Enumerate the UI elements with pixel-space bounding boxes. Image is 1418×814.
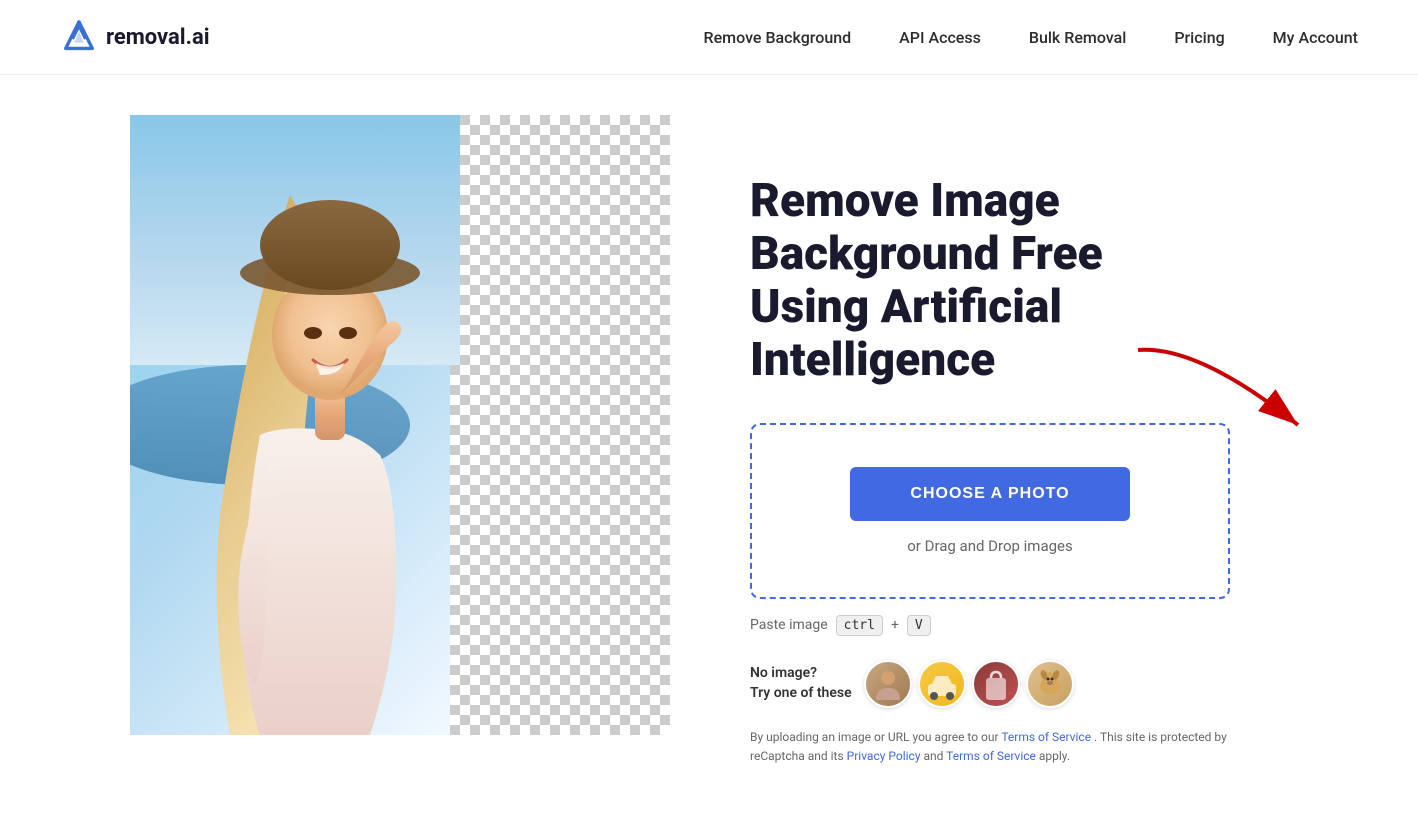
ctrl-key: ctrl [836,615,883,636]
sample-person[interactable] [864,660,912,708]
logo[interactable]: removal.ai [60,18,210,56]
sample-images [864,660,1074,708]
terms-of-service-link2[interactable]: Terms of Service [946,749,1036,763]
nav-my-account[interactable]: My Account [1273,28,1358,47]
nav-api-access[interactable]: API Access [899,28,981,47]
no-image-line1: No image? [750,665,817,681]
logo-text: removal.ai [106,25,210,50]
main-nav: Remove Background API Access Bulk Remova… [704,28,1358,47]
nav-bulk-removal[interactable]: Bulk Removal [1029,28,1126,47]
upload-box[interactable]: CHOOSE A PHOTO or Drag and Drop images [750,423,1230,599]
terms-suffix: apply. [1036,749,1070,763]
hero-image-section [130,115,670,735]
v-key: V [907,615,931,636]
nav-remove-background[interactable]: Remove Background [704,28,852,47]
right-section: Remove Image Background Free Using Artif… [670,115,1358,766]
nav-pricing[interactable]: Pricing [1174,28,1224,47]
terms-text: By uploading an image or URL you agree t… [750,728,1230,766]
sample-car[interactable] [918,660,966,708]
header: removal.ai Remove Background API Access … [0,0,1418,75]
logo-icon [60,18,98,56]
paste-image-row: Paste image ctrl + V [750,615,1358,636]
terms-prefix: By uploading an image or URL you agree t… [750,730,1001,744]
sample-dog[interactable] [1026,660,1074,708]
no-image-text: No image? Try one of these [750,664,852,703]
no-image-line2: Try one of these [750,685,852,701]
plus-icon: + [891,617,899,633]
paste-label: Paste image [750,617,828,633]
choose-photo-button[interactable]: CHOOSE A PHOTO [850,467,1129,521]
terms-of-service-link[interactable]: Terms of Service [1001,730,1091,744]
no-image-row: No image? Try one of these [750,660,1358,708]
hero-woman-svg [130,115,670,735]
main-content: Remove Image Background Free Using Artif… [0,75,1418,806]
drag-drop-text: or Drag and Drop images [782,537,1198,555]
hero-image-container [130,115,670,735]
terms-and: and [921,749,947,763]
red-arrow [1118,335,1398,465]
privacy-policy-link[interactable]: Privacy Policy [847,749,921,763]
sample-bag[interactable] [972,660,1020,708]
